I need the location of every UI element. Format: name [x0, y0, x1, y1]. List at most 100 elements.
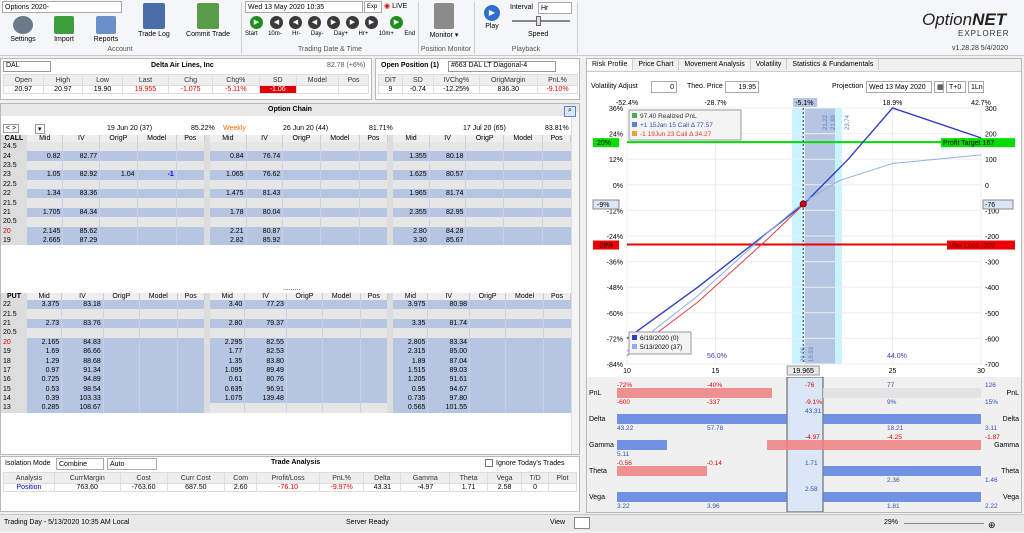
chain-row[interactable]: 20 2.145 85.62 2.21 80.87 2.80 84.28	[1, 226, 571, 236]
t0-button[interactable]: T+0	[946, 81, 966, 93]
symbol-input[interactable]: DAL	[3, 61, 51, 72]
chain-row[interactable]: 22 3.375 83.18 3.40 77.23 3.975 80.98	[1, 300, 571, 310]
splitter[interactable]: .........	[283, 285, 301, 292]
search-icon[interactable]: ⌕	[564, 106, 576, 117]
reports-button[interactable]: Reports	[88, 16, 124, 43]
chain-cell: 1.475	[210, 188, 247, 199]
chain-row[interactable]: 18 1.29 88.68 1.35 83.80 1.89 87.04	[1, 356, 571, 366]
ten-min-back-icon[interactable]: ◀	[270, 16, 283, 29]
calendar-icon[interactable]: ▦	[934, 81, 944, 93]
chain-row[interactable]: 22.5	[1, 179, 571, 189]
auto-select[interactable]: Auto	[107, 458, 157, 470]
import-button[interactable]: Import	[48, 16, 80, 43]
chain-row[interactable]: 19 2.665 87.29 2.82 85.92 3.30 85.67	[1, 235, 571, 246]
chain-cell	[177, 393, 205, 404]
chain-cell	[27, 328, 63, 338]
chain-row[interactable]: 22 1.34 83.36 1.475 81.43 1.965 81.74	[1, 188, 571, 199]
chain-cell	[27, 309, 63, 319]
risk-tab[interactable]: Movement Analysis	[679, 59, 751, 70]
chain-cell	[282, 235, 321, 246]
chain-cell: 0.61	[210, 375, 246, 385]
expiry-dropdown[interactable]: ▾	[35, 124, 45, 134]
one-ln-button[interactable]: 1Ln	[968, 81, 984, 93]
chain-row[interactable]: 23 1.05 82.92 1.04 -1 1.065 76.62 1.625 80.57	[1, 170, 571, 180]
chain-row[interactable]: 14 0.39 103.33 1.075 139.48 0.735 97.80	[1, 393, 571, 404]
end-icon[interactable]: ▶	[390, 16, 403, 29]
live-toggle[interactable]: ◉ LIVE	[384, 1, 414, 13]
chain-row[interactable]: 24 0.82 82.77 0.84 76.74 1.355 80.18	[1, 151, 571, 161]
chain-cell	[61, 328, 104, 338]
current-value-label: -76	[985, 202, 995, 209]
quote-header-cell: Chg	[168, 74, 213, 86]
projection-date[interactable]: Wed 13 May 2020	[866, 81, 932, 93]
chain-cell	[503, 217, 544, 227]
speed-slider-thumb[interactable]	[536, 16, 541, 26]
risk-tab[interactable]: Statistics & Fundamentals	[787, 59, 880, 70]
risk-tab[interactable]: Price Chart	[633, 59, 680, 70]
day-forward-icon[interactable]: ▶	[327, 16, 340, 29]
day-back-icon[interactable]: ◀	[308, 16, 321, 29]
chain-cell	[99, 142, 138, 152]
settings-button[interactable]: Settings	[4, 16, 42, 43]
interval-select[interactable]: Hr	[538, 2, 572, 14]
theo-input[interactable]: 19.95	[725, 81, 759, 93]
ignore-checkbox[interactable]	[485, 459, 493, 467]
expiry-nav[interactable]: < >	[3, 124, 20, 133]
monitor-button[interactable]: Monitor ▾	[424, 3, 464, 39]
chain-cell	[246, 217, 284, 227]
chain-row[interactable]: 15 0.53 98.54 0.635 96.91 0.95 94.67	[1, 384, 571, 394]
trade-log-button[interactable]: Trade Log	[134, 3, 174, 38]
vol-adjust-input[interactable]: 0	[651, 81, 677, 93]
start-icon[interactable]: ▶	[250, 16, 263, 29]
chain-row[interactable]: 20.5	[1, 217, 571, 227]
chain-cell	[503, 142, 544, 152]
chain-row[interactable]: 21.5	[1, 198, 571, 208]
risk-chart[interactable]: 36% 30024% 20012% 1000% 0-12% -100-24% -200-36…	[587, 96, 1021, 376]
chain-row[interactable]: 21 1.705 84.34 1.78 80.04 2.355 82.95	[1, 207, 571, 218]
commit-trade-button[interactable]: Commit Trade	[182, 3, 234, 38]
view-label[interactable]: View	[550, 515, 565, 531]
profit-target-label: Profit Target 167	[943, 140, 994, 147]
greek-bar	[823, 414, 981, 424]
play-button[interactable]: ▶ Play	[480, 5, 504, 30]
chain-row[interactable]: 21 2.73 83.76 2.80 79.37 3.35 81.74	[1, 318, 571, 329]
chain-column-header: Model	[139, 293, 178, 300]
chain-cell	[542, 235, 571, 246]
isolation-select[interactable]: Combine	[56, 458, 104, 470]
quote-value-cell: 19.955	[121, 85, 170, 94]
chain-row[interactable]: 19 1.69 86.66 1.77 82.53 2.315 85.00	[1, 346, 571, 357]
end-label: End	[404, 31, 415, 37]
chain-scrollbar[interactable]	[571, 112, 579, 454]
chain-row[interactable]: 13 0.285 108.67 0.565 101.55	[1, 403, 571, 413]
zoom-slider[interactable]	[904, 523, 984, 524]
risk-tabs: Risk Profile Price Chart Movement Analysis…	[587, 59, 1021, 72]
strike-cell: 14	[1, 393, 27, 404]
hour-forward-icon[interactable]: ▶	[346, 16, 359, 29]
chain-column-header: Mid	[393, 293, 429, 300]
chain-cell	[282, 217, 321, 227]
open-position-panel: Open Position (1) #663 DAL LT Diagonal-4…	[375, 58, 580, 100]
chain-row[interactable]: 21.5	[1, 309, 571, 319]
exp-button[interactable]: Exp	[364, 1, 382, 13]
greek-value-bottom: 57.78	[707, 425, 724, 432]
hour-back-icon[interactable]: ◀	[289, 16, 302, 29]
date-time-field[interactable]: Wed 13 May 2020 10:35	[245, 1, 363, 13]
chain-cell	[393, 217, 430, 227]
chain-row[interactable]: 17 0.97 91.34 1.095 89.49 1.515 89.03	[1, 365, 571, 376]
workspace-combo[interactable]: Options 2020-	[2, 1, 122, 13]
expiry-2-pct: 81.71%	[369, 125, 393, 132]
chain-cell	[27, 179, 64, 189]
speed-slider[interactable]	[512, 20, 570, 22]
view-icon[interactable]	[574, 517, 590, 529]
chain-row[interactable]: 20.5	[1, 328, 571, 338]
chain-row[interactable]: 16 0.725 94.89 0.61 80.76 1.205 91.61	[1, 375, 571, 385]
ten-min-forward-icon[interactable]: ▶	[365, 16, 378, 29]
chain-row[interactable]: 23.5	[1, 160, 571, 171]
chain-row[interactable]: 20 2.165 84.83 2.295 82.55 2.805 83.34	[1, 337, 571, 347]
risk-tab[interactable]: Volatility	[751, 59, 788, 70]
greek-value-bottom: 1.46	[985, 477, 998, 484]
chain-row[interactable]: 24.5	[1, 142, 571, 152]
position-select[interactable]: #663 DAL LT Diagonal-4	[448, 61, 556, 72]
risk-tab[interactable]: Risk Profile	[587, 59, 634, 70]
chain-cell	[286, 346, 323, 357]
